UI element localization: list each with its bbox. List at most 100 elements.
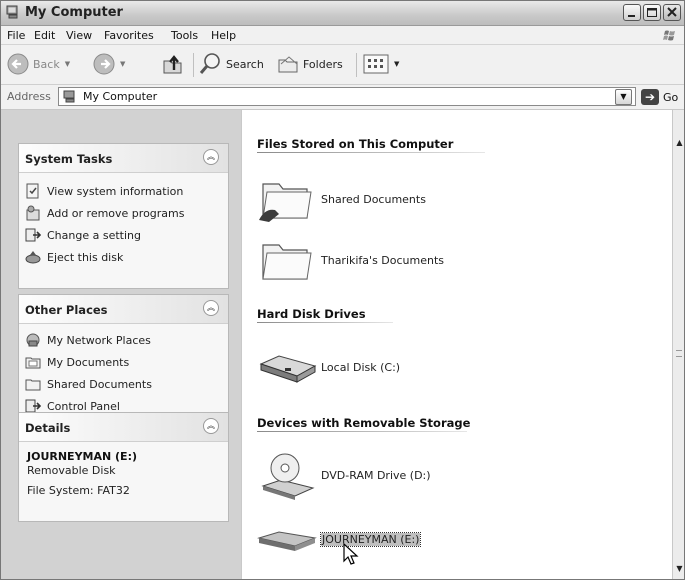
collapse-chevron-icon[interactable]: ︽ [203,418,219,434]
maximize-button[interactable] [643,4,661,21]
search-icon [199,53,220,74]
my-computer-icon [63,90,75,103]
dvd-drive-icon [261,453,315,500]
item-local-disk-c[interactable]: Local Disk (C:) [257,342,400,392]
forward-dropdown-icon[interactable]: ▼ [120,60,125,68]
item-label: Tharikifa's Documents [321,253,445,267]
place-label: My Documents [47,355,130,369]
group-divider [257,322,393,323]
collapse-chevron-icon[interactable]: ︽ [203,300,219,316]
place-my-network-places[interactable]: My Network Places [25,331,151,349]
task-label: Add or remove programs [47,206,185,220]
folder-icon [25,379,41,391]
system-tasks-title: System Tasks [25,152,113,166]
details-title: Details [25,421,71,435]
group-removable-title: Devices with Removable Storage [257,416,471,430]
detail-file-system: File System: FAT32 [27,484,130,497]
task-eject-disk[interactable]: Eject this disk [25,248,123,266]
up-folder-icon [163,55,182,74]
collapse-chevron-icon[interactable]: ︽ [203,149,219,165]
system-info-icon [26,183,39,199]
explorer-window: My Computer File Edit View Favorites Too… [0,0,685,580]
go-button[interactable]: ➔ [641,89,659,105]
folders-label: Folders [303,57,343,71]
shared-folder-icon [259,183,312,222]
group-divider [257,431,467,432]
search-label: Search [226,57,264,71]
folders-button[interactable]: Folders [277,49,343,79]
item-shared-documents[interactable]: Shared Documents [257,174,426,224]
system-tasks-panel: System Tasks ︽ View system information A… [18,143,229,289]
item-label: Shared Documents [321,192,426,206]
maximize-icon [647,8,657,17]
change-setting-icon [25,228,41,242]
task-view-system-information[interactable]: View system information [25,182,183,200]
menu-view[interactable]: View [66,29,92,42]
item-journeyman-e[interactable]: JOURNEYMAN (E:) [257,514,422,564]
close-button[interactable] [663,4,681,21]
detail-drive-type: Removable Disk [27,464,116,477]
back-arrow-icon [7,53,29,75]
item-label: DVD-RAM Drive (D:) [321,468,431,482]
close-icon [667,7,677,17]
hard-disk-icon [259,355,317,383]
my-documents-icon [25,357,41,369]
menu-edit[interactable]: Edit [34,29,55,42]
views-dropdown-icon[interactable]: ▼ [394,60,399,68]
vertical-scrollbar[interactable]: ▲ ▼ [672,110,684,579]
up-folder-button[interactable] [161,49,185,79]
place-label: Shared Documents [47,377,152,391]
system-tasks-header[interactable]: System Tasks ︽ [19,144,228,173]
window-title: My Computer [25,5,123,20]
scroll-down-icon[interactable]: ▼ [674,562,684,576]
item-label: Local Disk (C:) [321,360,401,374]
title-bar[interactable]: My Computer [1,1,684,26]
back-button[interactable]: Back ▼ [7,49,70,79]
minimize-button[interactable] [623,4,641,21]
other-places-header[interactable]: Other Places ︽ [19,295,228,324]
forward-arrow-icon [93,53,115,75]
address-value: My Computer [83,90,158,103]
other-places-panel: Other Places ︽ My Network Places My Docu… [18,294,229,416]
menu-file[interactable]: File [7,29,25,42]
menu-tools[interactable]: Tools [171,29,198,42]
go-label[interactable]: Go [663,91,678,104]
network-places-icon [26,333,40,347]
task-label: Change a setting [47,228,141,242]
task-label: Eject this disk [47,250,124,264]
address-dropdown-button[interactable]: ▼ [615,89,632,105]
item-tharikifas-documents[interactable]: Tharikifa's Documents [257,235,444,285]
menu-help[interactable]: Help [211,29,236,42]
address-input[interactable]: My Computer [58,87,636,106]
content-pane: Files Stored on This Computer Shared Doc… [241,110,672,579]
item-label-selected: JOURNEYMAN (E:) [319,531,422,547]
detail-drive-name: JOURNEYMAN (E:) [27,450,137,463]
details-header[interactable]: Details ︽ [19,413,228,442]
views-button[interactable]: ▼ [363,49,399,79]
views-icon [363,54,389,74]
task-pane: System Tasks ︽ View system information A… [1,110,241,579]
scroll-up-icon[interactable]: ▲ [674,136,684,150]
place-label: My Network Places [47,333,151,347]
folders-icon [278,56,298,73]
toolbar: Back ▼ ▼ Search Folders ▼ [1,45,684,85]
place-shared-documents[interactable]: Shared Documents [25,375,152,393]
menu-bar: File Edit View Favorites Tools Help [1,26,684,45]
search-button[interactable]: Search [198,49,264,79]
my-computer-icon [6,5,18,19]
menu-favorites[interactable]: Favorites [104,29,154,42]
scroll-grip [676,350,682,357]
place-my-documents[interactable]: My Documents [25,353,129,371]
back-label: Back [33,57,60,71]
task-change-setting[interactable]: Change a setting [25,226,141,244]
group-hdd-title: Hard Disk Drives [257,307,366,321]
place-label: Control Panel [47,399,120,413]
back-dropdown-icon[interactable]: ▼ [65,60,70,68]
toolbar-separator [193,53,194,77]
forward-button[interactable]: ▼ [93,49,125,79]
task-add-remove-programs[interactable]: Add or remove programs [25,204,185,222]
item-dvd-ram-drive-d[interactable]: DVD-RAM Drive (D:) [257,450,431,500]
task-label: View system information [47,184,184,198]
minimize-icon [628,15,635,17]
other-places-title: Other Places [25,303,108,317]
